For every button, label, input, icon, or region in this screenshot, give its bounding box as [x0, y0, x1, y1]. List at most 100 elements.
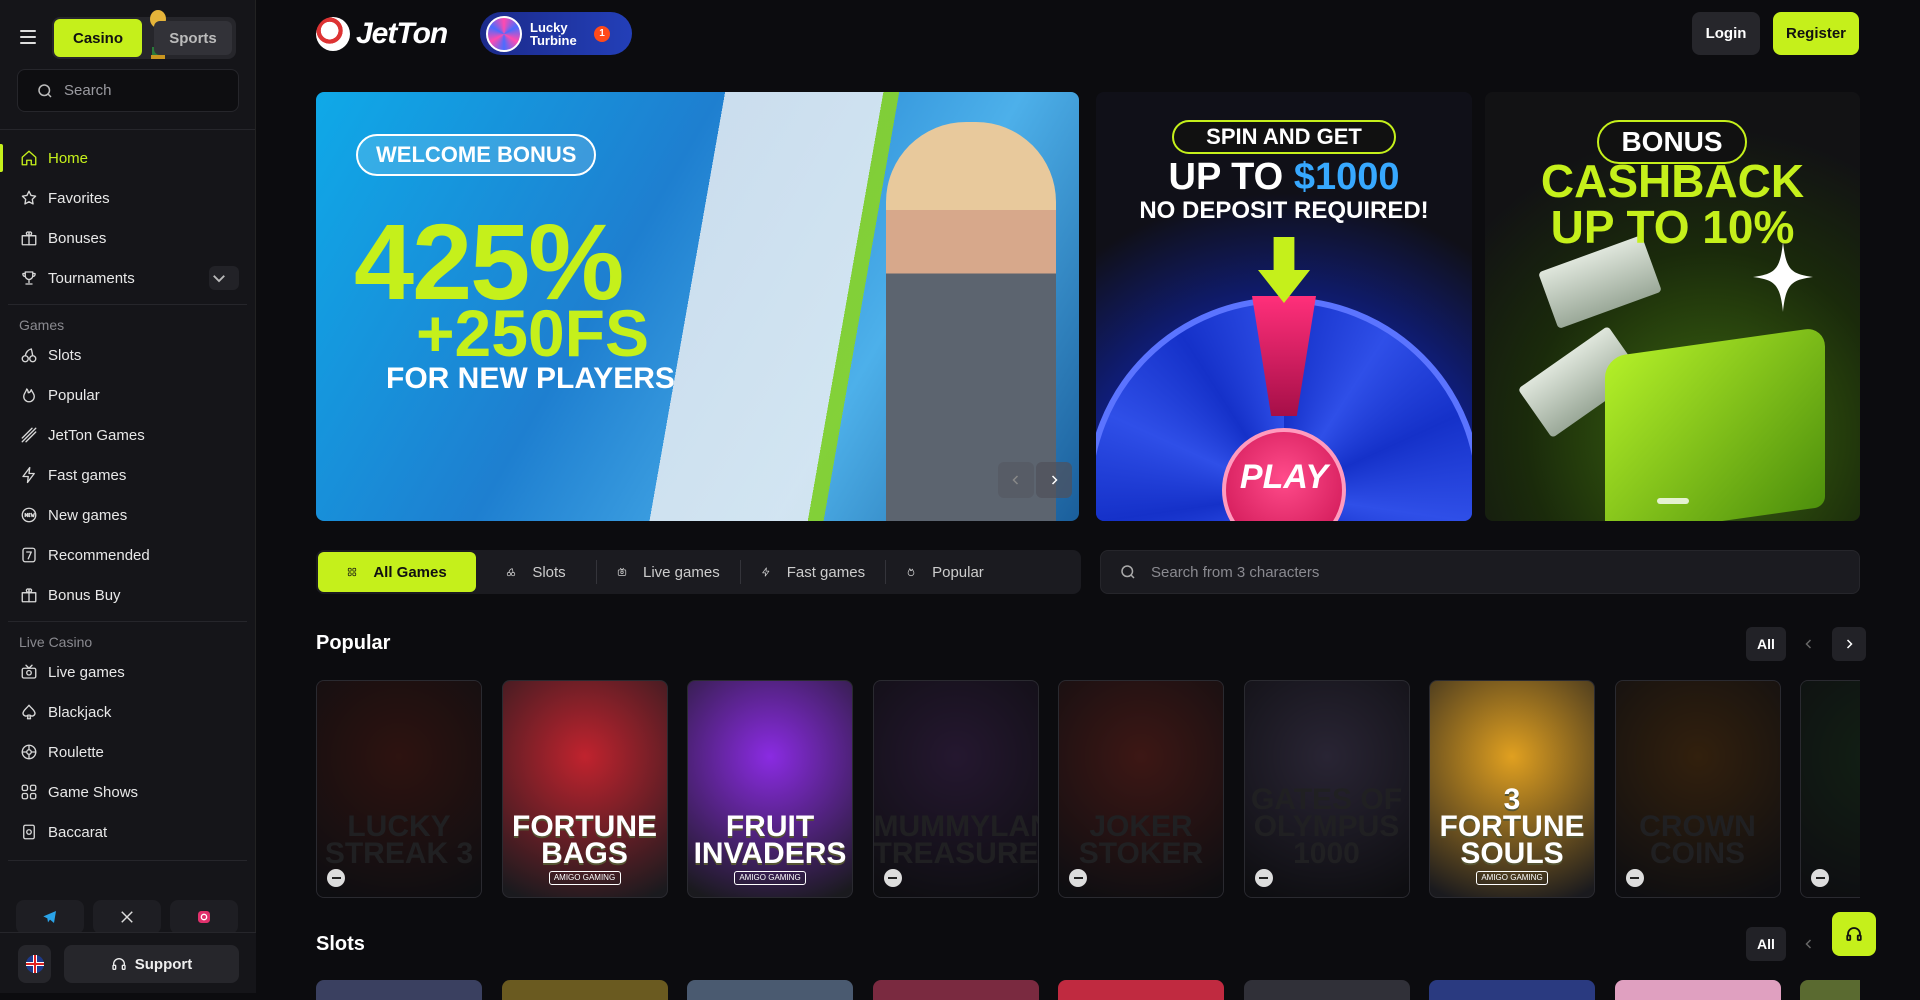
- expand-button[interactable]: [209, 266, 239, 290]
- x-button[interactable]: [93, 900, 161, 934]
- chat-support-button[interactable]: [1832, 912, 1876, 956]
- sports-tab[interactable]: Sports: [154, 21, 232, 55]
- filter-tab-popular[interactable]: Popular: [886, 552, 1004, 592]
- sidebar-item-label: Baccarat: [48, 823, 108, 841]
- banner-prev-button[interactable]: [998, 462, 1034, 498]
- language-button[interactable]: [18, 945, 51, 983]
- sidebar-item-popular[interactable]: Popular: [0, 375, 255, 415]
- sidebar-item-baccarat[interactable]: Baccarat: [0, 812, 255, 852]
- sidebar-item-blackjack[interactable]: Blackjack: [0, 692, 255, 732]
- sidebar-search-input[interactable]: Search: [17, 69, 239, 112]
- game-card[interactable]: GATES OF OLYMPUS 1000: [1243, 680, 1410, 898]
- sidebar-item-label: Popular: [48, 386, 100, 404]
- menu-icon[interactable]: [20, 30, 36, 44]
- sidebar-item-roulette[interactable]: Roulette: [0, 732, 255, 772]
- game-search-placeholder: Search from 3 characters: [1151, 563, 1320, 581]
- lucky-turbine-label: Lucky Turbine: [530, 19, 577, 48]
- main-content: JetTon Lucky Turbine 1 Login Register WE…: [256, 0, 1920, 1000]
- game-card[interactable]: FORTUNE BAGS AMIGO GAMING: [501, 680, 668, 898]
- game-card[interactable]: [1614, 980, 1781, 1000]
- register-button[interactable]: Register: [1773, 12, 1859, 55]
- arrow-down-icon: [1258, 237, 1310, 303]
- game-card[interactable]: [1800, 980, 1860, 1000]
- sidebar-item-recommended[interactable]: Recommended: [0, 535, 255, 575]
- telegram-button[interactable]: [16, 900, 84, 934]
- welcome-bonus-banner[interactable]: WELCOME BONUS 425% +250FS FOR NEW PLAYER…: [316, 92, 1079, 521]
- game-card[interactable]: [1429, 980, 1595, 1000]
- cashback-banner[interactable]: BONUS CASHBACK UP TO 10%: [1485, 92, 1860, 521]
- uk-flag-icon: [25, 955, 44, 973]
- sidebar-item-slots[interactable]: Slots: [0, 335, 255, 375]
- game-card[interactable]: [1800, 680, 1860, 898]
- trophy-icon: [22, 271, 36, 285]
- game-card[interactable]: [501, 980, 668, 1000]
- game-card[interactable]: LUCKY STREAK 3: [316, 680, 482, 898]
- filter-tab-live-games[interactable]: Live games: [597, 552, 740, 592]
- slots-all-button[interactable]: All: [1746, 927, 1786, 961]
- game-filter-tabs: All Games Slots Live games Fast games Popula…: [316, 550, 1081, 594]
- game-title: MUMMYLAND TREASURES: [873, 810, 1039, 870]
- jetton-logo[interactable]: JetTon: [316, 14, 448, 54]
- model-image: [886, 122, 1056, 521]
- login-button[interactable]: Login: [1692, 12, 1760, 55]
- telegram-icon: [43, 911, 56, 923]
- headset-icon: [1846, 927, 1862, 941]
- chevron-down-icon: [213, 275, 225, 283]
- flame-icon: [907, 568, 915, 577]
- live-casino-section-label: Live Casino: [19, 634, 93, 650]
- game-card[interactable]: CROWN COINS: [1614, 680, 1781, 898]
- sidebar-item-favorites[interactable]: Favorites: [0, 178, 255, 218]
- sidebar-item-label: JetTon Games: [48, 426, 145, 444]
- game-search-input[interactable]: Search from 3 characters: [1100, 550, 1860, 594]
- popular-prev-button[interactable]: [1792, 627, 1826, 661]
- popular-next-button[interactable]: [1832, 627, 1866, 661]
- sidebar-item-bonus-buy[interactable]: Bonus Buy: [0, 575, 255, 615]
- game-card[interactable]: [872, 980, 1039, 1000]
- instagram-button[interactable]: [170, 900, 238, 934]
- support-button[interactable]: Support: [64, 945, 239, 983]
- sidebar-item-label: Live games: [48, 663, 125, 681]
- casino-tab[interactable]: Casino: [54, 19, 142, 57]
- game-title: JOKER STOKER: [1078, 810, 1204, 870]
- game-card[interactable]: JOKER STOKER: [1058, 680, 1224, 898]
- filter-tab-label: Fast games: [786, 563, 866, 581]
- game-card[interactable]: [687, 980, 853, 1000]
- sidebar-item-live-games[interactable]: Live games: [0, 652, 255, 692]
- sidebar-item-home[interactable]: Home: [0, 138, 255, 178]
- tv-icon: [21, 664, 37, 679]
- spin-wheel-banner[interactable]: PLAY SPIN AND GET UP TO $1000 NO DEPOSIT…: [1096, 92, 1472, 521]
- support-label: Support: [134, 955, 193, 973]
- filter-tab-slots[interactable]: Slots: [476, 552, 596, 592]
- game-card[interactable]: [1243, 980, 1410, 1000]
- sidebar-item-new-games[interactable]: New games: [0, 495, 255, 535]
- unavailable-icon: [1811, 869, 1829, 887]
- popular-all-button[interactable]: All: [1746, 627, 1786, 661]
- filter-tab-all-games[interactable]: All Games: [318, 552, 476, 592]
- chevron-left-icon: [1012, 475, 1019, 485]
- banner-next-button[interactable]: [1036, 462, 1072, 498]
- sidebar-item-game-shows[interactable]: Game Shows: [0, 772, 255, 812]
- seven-icon: [22, 547, 36, 563]
- carousel-dots[interactable]: [1657, 498, 1689, 504]
- slots-games-row: [316, 980, 1860, 1000]
- game-card[interactable]: [1058, 980, 1224, 1000]
- lucky-turbine-button[interactable]: Lucky Turbine 1: [480, 12, 632, 55]
- spin-prefix: UP TO: [1168, 156, 1294, 198]
- search-icon: [1121, 565, 1135, 579]
- filter-tab-fast-games[interactable]: Fast games: [741, 552, 885, 592]
- game-title: FRUIT INVADERS: [693, 810, 847, 870]
- sidebar-item-label: Slots: [48, 346, 82, 364]
- sidebar-item-bonuses[interactable]: Bonuses: [0, 218, 255, 258]
- game-card[interactable]: MUMMYLAND TREASURES: [872, 680, 1039, 898]
- sidebar-item-jetton-games[interactable]: JetTon Games: [0, 415, 255, 455]
- slots-prev-button[interactable]: [1792, 927, 1826, 961]
- game-card[interactable]: 3 FORTUNE SOULS AMIGO GAMING: [1429, 680, 1595, 898]
- game-card[interactable]: FRUIT INVADERS AMIGO GAMING: [687, 680, 853, 898]
- sidebar-item-tournaments[interactable]: Tournaments: [0, 258, 255, 298]
- sidebar-item-label: Bonus Buy: [48, 586, 121, 604]
- sidebar-item-fast-games[interactable]: Fast games: [0, 455, 255, 495]
- game-card[interactable]: [316, 980, 482, 1000]
- games-nav: Slots Popular JetTon Games Fast games New ga…: [0, 335, 255, 615]
- product-switcher: Casino Sports: [52, 10, 236, 59]
- spin-pill: SPIN AND GET: [1172, 120, 1396, 154]
